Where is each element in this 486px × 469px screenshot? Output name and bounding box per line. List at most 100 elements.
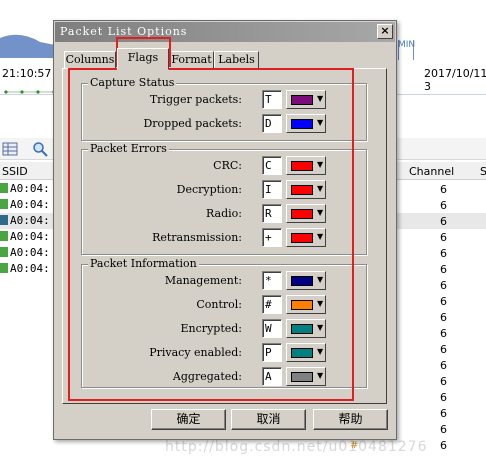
node-icon bbox=[0, 247, 8, 257]
radio-flag-input[interactable]: R bbox=[262, 204, 282, 223]
retransmission-color-picker[interactable]: ▼ bbox=[286, 228, 326, 247]
flag-label-privacy: Privacy enabled: bbox=[149, 346, 242, 359]
chevron-down-icon: ▼ bbox=[317, 275, 324, 284]
chevron-down-icon: ▼ bbox=[317, 208, 324, 217]
flags-panel: Capture Status Trigger packets: T ▼ Drop… bbox=[62, 68, 387, 404]
help-button[interactable]: 帮助 bbox=[313, 409, 388, 430]
row-channel: 6 bbox=[440, 183, 447, 196]
packet-list-options-dialog: Packet List Options × Columns Flags Form… bbox=[53, 20, 397, 440]
aggregated-flag-input[interactable]: A bbox=[262, 367, 282, 386]
radio-color-picker[interactable]: ▼ bbox=[286, 204, 326, 223]
trigger-color-picker[interactable]: ▼ bbox=[286, 90, 326, 109]
row-ssid: A0:04: bbox=[0, 262, 50, 275]
dialog-titlebar[interactable]: Packet List Options × bbox=[55, 22, 395, 42]
graph-time-left: 21:10:57 bbox=[2, 67, 52, 80]
hash-mark: # bbox=[350, 440, 359, 451]
tab-columns[interactable]: Columns bbox=[64, 51, 116, 69]
color-swatch bbox=[291, 209, 313, 219]
group-title: Capture Status bbox=[88, 76, 177, 89]
flag-label-decryption: Decryption: bbox=[176, 183, 242, 196]
row-ssid: A0:04: bbox=[0, 198, 50, 211]
flag-label-retransmission: Retransmission: bbox=[152, 231, 242, 244]
row-ssid: A0:04: bbox=[0, 182, 50, 195]
encrypted-color-picker[interactable]: ▼ bbox=[286, 319, 326, 338]
row-channel: 6 bbox=[440, 327, 447, 340]
search-icon[interactable] bbox=[32, 141, 48, 157]
chevron-down-icon: ▼ bbox=[317, 371, 324, 380]
management-flag-input[interactable]: * bbox=[262, 271, 282, 290]
group-capture-status: Capture Status Trigger packets: T ▼ Drop… bbox=[81, 76, 367, 141]
flag-label-radio: Radio: bbox=[206, 207, 242, 220]
row-channel: 6 bbox=[440, 247, 447, 260]
color-swatch bbox=[291, 324, 313, 334]
encrypted-flag-input[interactable]: W bbox=[262, 319, 282, 338]
color-swatch bbox=[291, 95, 313, 105]
privacy-color-picker[interactable]: ▼ bbox=[286, 343, 326, 362]
chevron-down-icon: ▼ bbox=[317, 323, 324, 332]
dialog-title: Packet List Options bbox=[60, 25, 188, 38]
flag-label-management: Management: bbox=[164, 274, 242, 287]
color-swatch bbox=[291, 161, 313, 171]
graph-dots bbox=[4, 90, 56, 94]
graph-wave bbox=[0, 34, 60, 58]
dropped-color-picker[interactable]: ▼ bbox=[286, 114, 326, 133]
row-channel: 6 bbox=[440, 359, 447, 372]
row-channel: 6 bbox=[440, 343, 447, 356]
grid-icon[interactable] bbox=[2, 141, 18, 157]
node-icon bbox=[0, 263, 8, 273]
tab-flags[interactable]: Flags bbox=[117, 48, 169, 70]
decryption-color-picker[interactable]: ▼ bbox=[286, 180, 326, 199]
crc-color-picker[interactable]: ▼ bbox=[286, 156, 326, 175]
dropped-flag-input[interactable]: D bbox=[262, 114, 282, 133]
row-channel: 6 bbox=[440, 215, 447, 228]
chevron-down-icon: ▼ bbox=[317, 118, 324, 127]
row-ssid: A0:04: bbox=[0, 214, 50, 227]
cancel-button[interactable]: 取消 bbox=[231, 409, 306, 430]
color-swatch bbox=[291, 348, 313, 358]
color-swatch bbox=[291, 185, 313, 195]
retransmission-flag-input[interactable]: + bbox=[262, 228, 282, 247]
graph-date-right: 2017/10/11 3 bbox=[424, 67, 486, 93]
flag-label-aggregated: Aggregated: bbox=[172, 370, 242, 383]
aggregated-color-picker[interactable]: ▼ bbox=[286, 367, 326, 386]
crc-flag-input[interactable]: C bbox=[262, 156, 282, 175]
ok-button[interactable]: 确定 bbox=[151, 409, 226, 430]
row-channel: 6 bbox=[440, 391, 447, 404]
flag-label-crc: CRC: bbox=[213, 159, 242, 172]
node-icon bbox=[0, 199, 8, 209]
trigger-flag-input[interactable]: T bbox=[262, 90, 282, 109]
color-swatch bbox=[291, 276, 313, 286]
row-channel: 6 bbox=[440, 231, 447, 244]
row-channel: 6 bbox=[440, 295, 447, 308]
row-channel: 6 bbox=[440, 263, 447, 276]
column-extra[interactable]: S bbox=[480, 165, 486, 178]
color-swatch bbox=[291, 300, 313, 310]
group-title: Packet Errors bbox=[88, 142, 169, 155]
chevron-down-icon: ▼ bbox=[317, 299, 324, 308]
chevron-down-icon: ▼ bbox=[317, 184, 324, 193]
row-channel: 6 bbox=[440, 375, 447, 388]
color-swatch bbox=[291, 372, 313, 382]
column-channel[interactable]: Channel bbox=[409, 165, 454, 178]
tab-format[interactable]: Format bbox=[169, 51, 214, 69]
flag-label-control: Control: bbox=[196, 298, 242, 311]
node-icon bbox=[0, 183, 8, 193]
node-icon bbox=[0, 231, 8, 241]
color-swatch bbox=[291, 119, 313, 129]
privacy-flag-input[interactable]: P bbox=[262, 343, 282, 362]
row-channel: 6 bbox=[440, 407, 447, 420]
column-ssid[interactable]: SSID bbox=[2, 165, 28, 178]
close-button[interactable]: × bbox=[377, 24, 393, 39]
control-flag-input[interactable]: # bbox=[262, 295, 282, 314]
row-channel: 6 bbox=[440, 311, 447, 324]
group-packet-information: Packet Information Management: * ▼ Contr… bbox=[81, 257, 367, 388]
color-swatch bbox=[291, 233, 313, 243]
watermark: http://blog.csdn.net/u010481276 bbox=[165, 439, 428, 455]
row-channel: 6 bbox=[440, 439, 447, 452]
decryption-flag-input[interactable]: I bbox=[262, 180, 282, 199]
management-color-picker[interactable]: ▼ bbox=[286, 271, 326, 290]
tab-labels[interactable]: Labels bbox=[214, 51, 259, 69]
control-color-picker[interactable]: ▼ bbox=[286, 295, 326, 314]
flag-label-trigger: Trigger packets: bbox=[149, 93, 242, 106]
chevron-down-icon: ▼ bbox=[317, 347, 324, 356]
